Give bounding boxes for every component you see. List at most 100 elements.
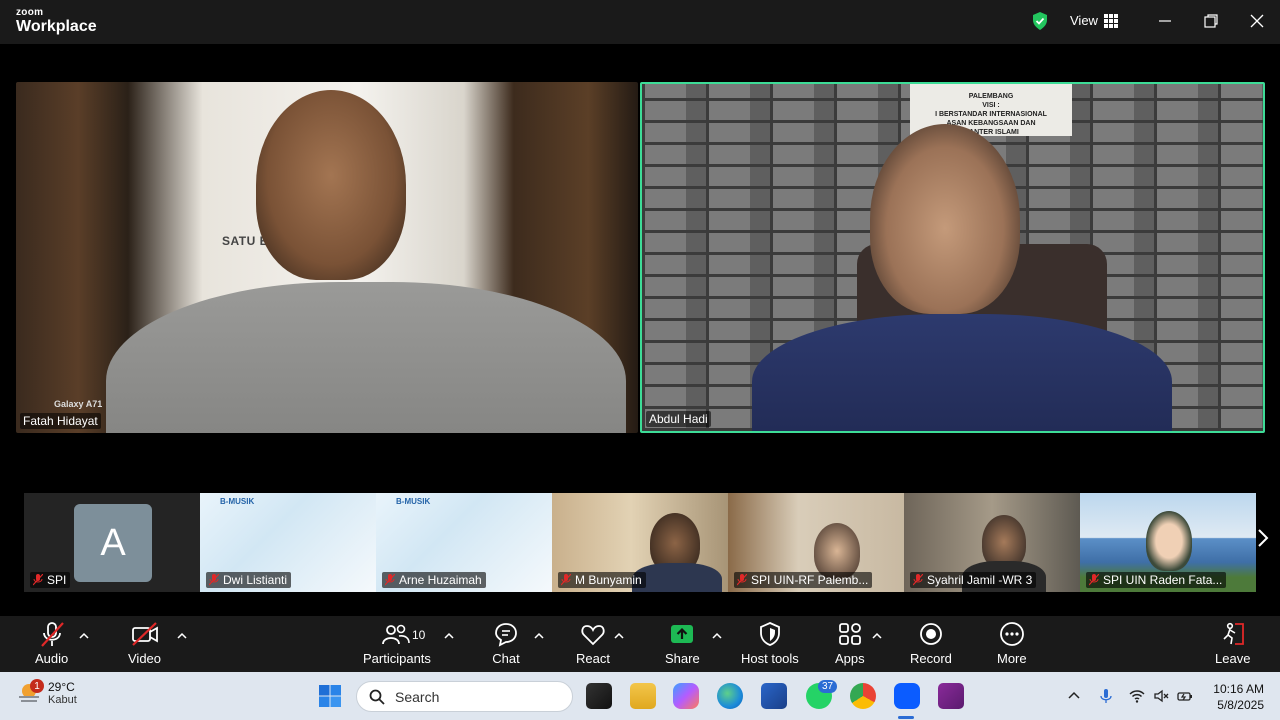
thumbnail-label: M Bunyamin [558, 572, 646, 588]
copilot-icon[interactable] [673, 683, 699, 709]
mic-muted-icon [33, 574, 43, 586]
minimize-icon[interactable] [1156, 12, 1174, 30]
thumbnail-syahril-jamil[interactable]: Syahril Jamil -WR 3 [904, 493, 1080, 592]
file-explorer-icon[interactable] [630, 683, 656, 709]
record-icon [920, 623, 942, 645]
chrome-icon[interactable] [850, 683, 876, 709]
participants-options-caret-icon[interactable] [444, 632, 454, 640]
mic-muted-icon [561, 574, 571, 586]
host-tools-button[interactable]: Host tools [741, 620, 799, 666]
edge-icon[interactable] [717, 683, 743, 709]
thumbnail-name: Dwi Listianti [223, 573, 288, 587]
battery-icon[interactable] [1177, 688, 1193, 704]
thumbnail-arne-huzaimah[interactable]: B-MUSIK Arne Huzaimah [376, 493, 552, 592]
mic-muted-icon [385, 574, 395, 586]
meeting-toolbar: Audio Video Participants 10 Chat React S… [0, 616, 1280, 672]
more-button[interactable]: More [997, 620, 1027, 666]
participant-name: Fatah Hidayat [20, 413, 101, 429]
active-app-indicator [898, 716, 914, 719]
thumbnail-strip: A SPI B-MUSIK Dwi Listianti B-MUSIK Arne… [24, 493, 1256, 592]
system-clock[interactable]: 10:16 AM 5/8/2025 [1208, 681, 1264, 713]
video-button[interactable]: Video [128, 620, 161, 666]
thumbnail-m-bunyamin[interactable]: M Bunyamin [552, 493, 728, 592]
thumbnail-label: SPI [30, 572, 71, 588]
slide-title: B-MUSIK [220, 497, 255, 506]
chat-label: Chat [492, 651, 520, 666]
apps-options-caret-icon[interactable] [872, 632, 882, 640]
mic-muted-icon [1089, 574, 1099, 586]
react-options-caret-icon[interactable] [614, 632, 624, 640]
volume-muted-icon[interactable] [1153, 688, 1169, 704]
mic-muted-icon [209, 574, 219, 586]
video-tile-abdul-hadi[interactable]: PALEMBANG VISI : I BERSTANDAR INTERNASIO… [640, 82, 1265, 433]
thumbnail-label: Dwi Listianti [206, 572, 292, 588]
mic-muted-icon [913, 574, 923, 586]
thumbnail-name: Syahril Jamil -WR 3 [927, 573, 1033, 587]
logo-top-text: zoom [16, 7, 44, 18]
weather-temp: 29°C [48, 680, 75, 694]
weather-widget[interactable]: 29°C Kabut [16, 680, 77, 706]
video-tile-fatah-hidayat[interactable]: SATU ERNAL Galaxy A71 Fatah Hidayat [16, 82, 638, 433]
grid-icon [1103, 13, 1118, 28]
apps-button[interactable]: Apps [835, 620, 865, 666]
avatar: A [74, 504, 152, 582]
record-button[interactable]: Record [910, 620, 952, 666]
show-hidden-icons-icon[interactable] [1066, 688, 1082, 704]
thumbnail-name: Arne Huzaimah [399, 573, 482, 587]
view-button[interactable]: View [1070, 13, 1118, 28]
participants-label: Participants [363, 651, 431, 666]
pdf-app-icon[interactable] [938, 683, 964, 709]
audio-label: Audio [35, 651, 69, 666]
thumbnail-spi-uin-rf-palembang[interactable]: SPI UIN-RF Palemb... [728, 493, 904, 592]
close-icon[interactable] [1248, 12, 1266, 30]
encryption-shield-icon[interactable] [1032, 12, 1048, 30]
zoom-taskbar-icon[interactable] [894, 683, 920, 709]
weather-alert-badge: 1 [30, 679, 44, 693]
participants-button[interactable]: Participants [363, 620, 431, 666]
more-icon [999, 622, 1024, 646]
video-label: Video [128, 651, 162, 666]
search-placeholder: Search [395, 688, 440, 705]
slide-title: B-MUSIK [396, 497, 431, 506]
thumbnail-spi[interactable]: A SPI [24, 493, 200, 592]
meeting-stage: SATU ERNAL Galaxy A71 Fatah Hidayat PALE… [0, 44, 1280, 616]
restore-icon[interactable] [1202, 12, 1220, 30]
thumbnail-name: SPI UIN-RF Palemb... [751, 573, 869, 587]
apps-label: Apps [835, 651, 865, 666]
host-tools-label: Host tools [741, 651, 799, 666]
device-label: Galaxy A71 [54, 399, 103, 409]
mic-muted-icon [40, 622, 64, 647]
chat-button[interactable]: Chat [492, 620, 520, 666]
thumbnail-label: SPI UIN-RF Palemb... [734, 572, 873, 588]
thumbnail-dwi-listianti[interactable]: B-MUSIK Dwi Listianti [200, 493, 376, 592]
participant-body [752, 314, 1172, 431]
windows-start-icon[interactable] [318, 684, 342, 708]
zoom-logo: zoom Workplace [16, 8, 97, 35]
microsoft-store-icon[interactable] [761, 683, 787, 709]
view-label: View [1070, 13, 1098, 28]
thumbnail-name: M Bunyamin [575, 573, 642, 587]
chat-options-caret-icon[interactable] [534, 632, 544, 640]
share-button[interactable]: Share [665, 620, 700, 666]
shield-icon [760, 622, 780, 646]
thumbnail-spi-uin-raden-fatah[interactable]: SPI UIN Raden Fata... [1080, 493, 1256, 592]
video-options-caret-icon[interactable] [177, 632, 187, 640]
participant-avatar-video [1146, 511, 1192, 571]
clock-date: 5/8/2025 [1217, 698, 1264, 712]
clock-time: 10:16 AM [1213, 682, 1264, 696]
audio-button[interactable]: Audio [35, 620, 68, 666]
thumbnail-label: Syahril Jamil -WR 3 [910, 572, 1037, 588]
audio-options-caret-icon[interactable] [79, 632, 89, 640]
thumbnail-name: SPI UIN Raden Fata... [1103, 573, 1223, 587]
task-view-icon[interactable] [586, 683, 612, 709]
react-button[interactable]: React [576, 620, 610, 666]
chevron-right-icon[interactable] [1256, 526, 1270, 550]
record-label: Record [910, 651, 952, 666]
participant-video [870, 124, 1020, 314]
participants-count: 10 [412, 628, 426, 642]
leave-button[interactable]: Leave [1215, 620, 1250, 666]
taskbar-search[interactable]: Search [356, 681, 573, 712]
microphone-icon[interactable] [1098, 688, 1114, 704]
wifi-icon[interactable] [1129, 688, 1145, 704]
share-options-caret-icon[interactable] [712, 632, 722, 640]
